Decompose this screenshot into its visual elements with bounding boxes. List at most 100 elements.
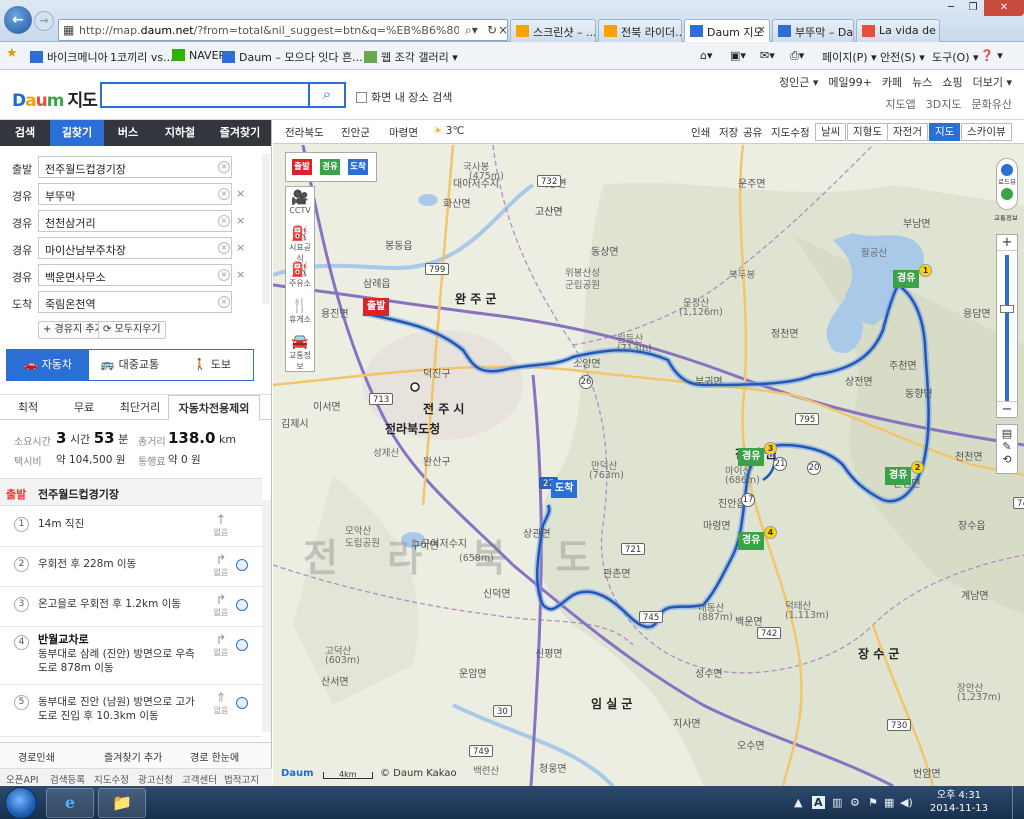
tab-bus[interactable]: 버스: [104, 120, 152, 146]
zoom-in-button[interactable]: +: [997, 235, 1017, 251]
favorite-link[interactable]: Daum – 모으다 잇다 흔...: [222, 49, 363, 65]
tab-close-icon[interactable]: ×: [757, 23, 766, 36]
route-marker-red[interactable]: 출발: [363, 298, 390, 316]
forward-button[interactable]: →: [34, 11, 54, 31]
in-screen-search-checkbox[interactable]: 화면 내 장소 검색: [356, 89, 452, 105]
top-link[interactable]: 쇼핑: [942, 76, 962, 89]
waypoint-input[interactable]: 천천삼거리: [38, 210, 232, 232]
route-marker-green[interactable]: 경유 4: [738, 526, 777, 550]
route-option[interactable]: 최단거리: [112, 395, 168, 421]
zoom-out-button[interactable]: −: [997, 401, 1017, 417]
route-option[interactable]: 최적: [0, 395, 56, 421]
command-menu[interactable]: 페이지(P) ▾: [822, 49, 877, 65]
footer-link[interactable]: 검색등록: [50, 772, 85, 786]
clear-input-icon[interactable]: ×: [218, 188, 230, 200]
route-marker-green[interactable]: 경유 3: [738, 442, 777, 466]
zoom-handle[interactable]: [1000, 305, 1014, 313]
top-link[interactable]: 더보기 ▾: [973, 76, 1012, 89]
transport-car-button[interactable]: 🚗 자동차: [7, 350, 89, 380]
breadcrumb-item[interactable]: 진안군: [341, 125, 370, 140]
map-toolbar-link[interactable]: 지도수정: [771, 125, 810, 140]
map-tool-button[interactable]: 🍴 휴게소: [286, 295, 314, 331]
layer-button[interactable]: 날씨: [815, 123, 847, 141]
map-type-button[interactable]: 스카이뷰: [961, 123, 1012, 141]
favorite-link[interactable]: 1코끼리 vs...: [110, 49, 174, 65]
command-menu[interactable]: 안전(S) ▾: [880, 49, 925, 65]
top-link[interactable]: 메일99+: [828, 76, 871, 89]
favorite-link[interactable]: 바이크메니아: [30, 49, 108, 65]
clear-input-icon[interactable]: ×: [218, 215, 230, 227]
ime-icon[interactable]: A: [812, 796, 825, 809]
step-view-icon[interactable]: [236, 559, 248, 571]
mail-icon[interactable]: ✉▾: [760, 49, 775, 62]
legend-start-marker[interactable]: 출발: [292, 159, 312, 175]
legend-via-marker[interactable]: 경유: [320, 159, 340, 175]
route-marker-green[interactable]: 경유 1: [893, 264, 932, 288]
sub-link[interactable]: 3D지도: [926, 98, 962, 111]
map-tool-button[interactable]: 🚘 교통정보: [286, 331, 314, 371]
zoom-track[interactable]: [1005, 255, 1009, 401]
top-link[interactable]: 뉴스: [912, 76, 932, 89]
map-tool-button[interactable]: ⛽ 주유소: [286, 259, 314, 295]
browser-tab[interactable]: Daum 지도 ×: [684, 19, 770, 42]
footer-link[interactable]: 고객센터: [182, 772, 217, 786]
clear-input-icon[interactable]: ×: [218, 296, 230, 308]
network-icon[interactable]: ▦: [884, 796, 894, 809]
map-search-button[interactable]: ⌕: [310, 82, 346, 108]
stop-icon[interactable]: ×: [498, 23, 508, 37]
favorites-star-icon[interactable]: ★: [6, 46, 18, 61]
ruler-icon[interactable]: ▤: [997, 427, 1017, 440]
flag-icon[interactable]: ⚑: [868, 796, 878, 809]
waypoint-input[interactable]: 죽림온천역: [38, 291, 232, 313]
road-view-button[interactable]: 로드뷰: [996, 158, 1018, 210]
start-row[interactable]: 출발 전주월드컵경기장: [0, 478, 262, 506]
refresh-icon[interactable]: ↻: [487, 23, 497, 37]
route-marker-blue[interactable]: 도착: [551, 480, 578, 498]
map-toolbar-link[interactable]: 공유: [743, 125, 762, 140]
map-search-input[interactable]: [100, 82, 310, 108]
back-button[interactable]: ←: [4, 6, 32, 34]
breadcrumb-item[interactable]: 전라북도: [285, 125, 324, 140]
remove-waypoint-icon[interactable]: ×: [236, 214, 245, 227]
checkbox-box[interactable]: [356, 92, 367, 103]
minimize-button[interactable]: ─: [940, 0, 962, 16]
zoom-slider[interactable]: + −: [996, 234, 1018, 418]
command-menu[interactable]: 도구(O) ▾: [932, 49, 979, 65]
address-bar[interactable]: ▦ http://map.daum.net/?from=total&nil_su…: [58, 19, 508, 41]
waypoint-input[interactable]: 백운면사무소: [38, 264, 232, 286]
map-type-button[interactable]: 지도: [929, 123, 961, 141]
tab-subway[interactable]: 지하철: [152, 120, 208, 146]
sub-link[interactable]: 지도앱: [885, 98, 915, 111]
top-link[interactable]: 정인근 ▾: [779, 76, 818, 89]
rss-icon[interactable]: ▣▾: [730, 49, 746, 62]
layer-button[interactable]: 지형도: [847, 123, 888, 141]
reset-icon[interactable]: ⟲: [997, 453, 1017, 466]
address-text[interactable]: http://map.daum.net/?from=total&nil_sugg…: [79, 24, 459, 37]
close-window-button[interactable]: ✕: [984, 0, 1024, 16]
step-view-icon[interactable]: [236, 599, 248, 611]
waypoint-input[interactable]: 전주월드컵경기장: [38, 156, 232, 178]
breadcrumb-item[interactable]: 마령면: [389, 125, 418, 140]
step-view-icon[interactable]: [236, 639, 248, 651]
map-tool-button[interactable]: ⛽ 시표공식: [286, 223, 314, 263]
folder-icon[interactable]: 📁: [98, 788, 146, 818]
steps-scrollbar[interactable]: [262, 500, 271, 732]
ie-icon[interactable]: e: [46, 788, 94, 818]
command-menu[interactable]: ❓ ▾: [980, 49, 1003, 62]
route-marker-green[interactable]: 경유 2: [885, 461, 924, 485]
step-view-icon[interactable]: [236, 697, 248, 709]
ime-mode-icon[interactable]: ▥: [832, 796, 842, 809]
route-step[interactable]: 4 반월교차로 동부대로 삼례 (진안) 방면으로 우측 도로 878m 이동 ↱ 없음: [0, 627, 262, 685]
search-icon[interactable]: ⌕▾: [465, 23, 478, 38]
route-option[interactable]: 무료: [56, 395, 112, 421]
route-step[interactable]: 5 동부대로 진안 (남원) 방면으로 고가 도로 진입 후 10.3km 이동 ⇑…: [0, 685, 262, 737]
legend-end-marker[interactable]: 도착: [348, 159, 368, 175]
route-action-link[interactable]: 경로 한눈에: [190, 749, 239, 764]
tab-favorites[interactable]: 즐겨찾기: [208, 120, 271, 146]
browser-tab[interactable]: La vida de V...: [856, 19, 940, 42]
waypoint-input[interactable]: 부뚜막: [38, 183, 232, 205]
browser-tab[interactable]: 스크린샷 – ...: [510, 19, 596, 42]
footer-link[interactable]: 지도수정: [94, 772, 129, 786]
waypoint-scrollbar[interactable]: [262, 154, 270, 304]
route-option[interactable]: 자동차전용제외: [168, 395, 260, 421]
